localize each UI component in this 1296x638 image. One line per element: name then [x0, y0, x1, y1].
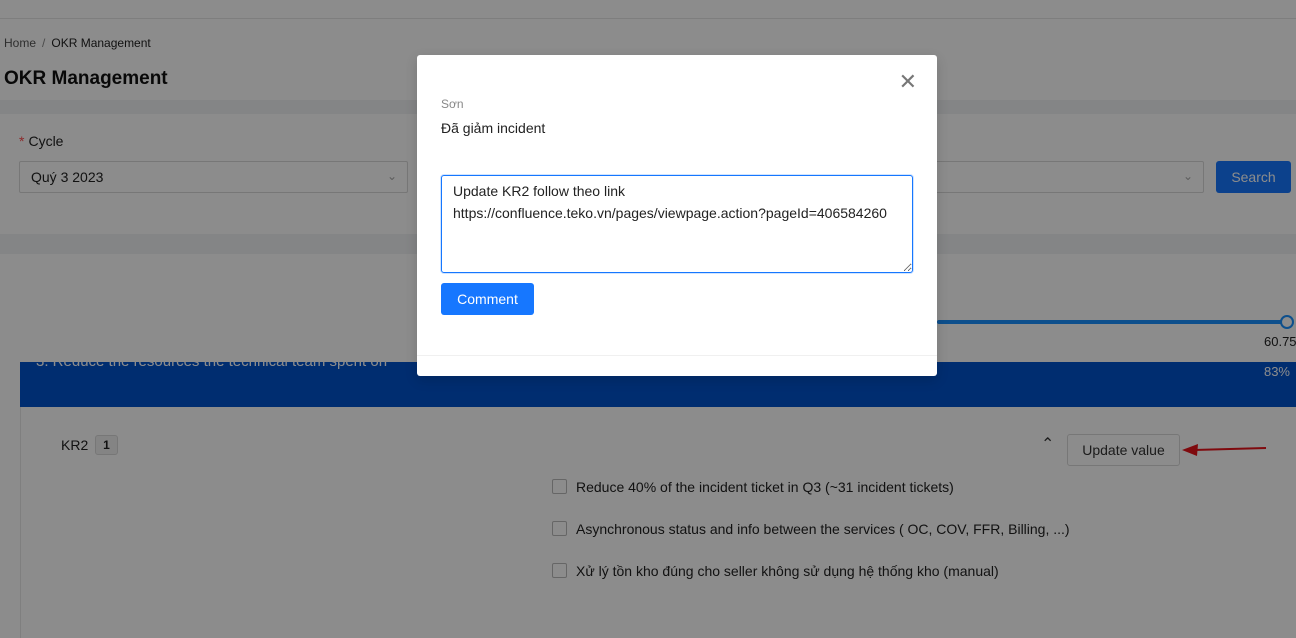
- comment-modal: ✕ Sơn Đã giảm incident Comment: [417, 55, 937, 376]
- comment-author: Sơn: [441, 97, 464, 111]
- comment-message: Đã giảm incident: [441, 120, 546, 136]
- comment-textarea[interactable]: [441, 175, 913, 273]
- comment-button[interactable]: Comment: [441, 283, 534, 315]
- close-icon[interactable]: ✕: [899, 71, 917, 93]
- modal-footer-divider: [417, 355, 937, 356]
